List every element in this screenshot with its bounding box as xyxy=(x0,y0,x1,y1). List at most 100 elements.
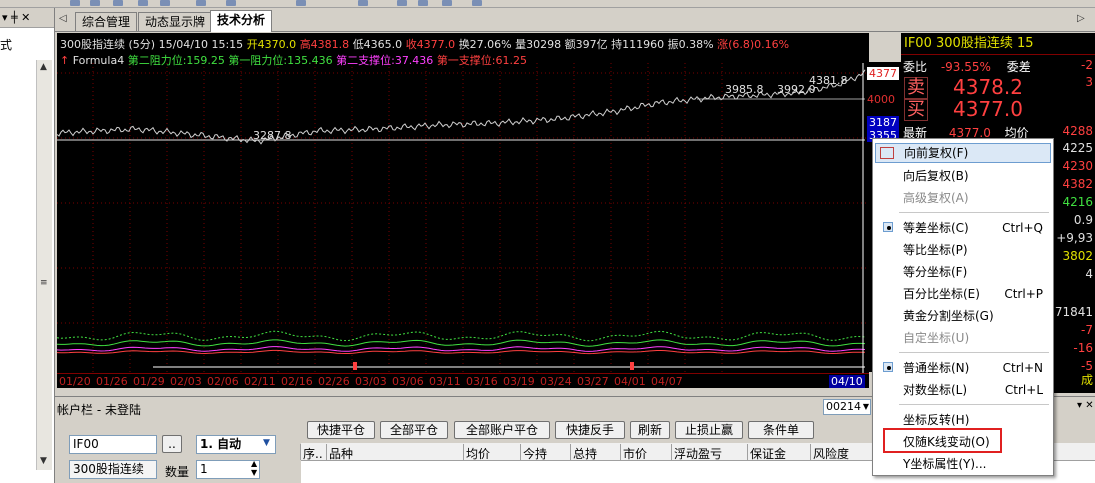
formula-s2: 第二支撑位:37.436 xyxy=(336,54,434,67)
weicha-value: -2 xyxy=(1081,58,1093,72)
price-annotation: 3985.8 xyxy=(725,83,764,96)
scroll-down-icon[interactable]: ▼ xyxy=(40,456,47,466)
quote-period: 15 xyxy=(1016,36,1034,51)
code-input[interactable]: IF00 xyxy=(69,435,157,454)
chart-canvas[interactable]: 3287.83985.8 3992.04381.8 xyxy=(57,33,869,373)
menu-item[interactable]: 等差坐标(C) Ctrl+Q xyxy=(875,218,1051,238)
info-open: 开4370.0 xyxy=(246,38,297,51)
tab-prev-icon[interactable]: ◁ xyxy=(59,13,67,24)
toolbar-icon[interactable] xyxy=(358,0,368,6)
menu-shortcut: Ctrl+P xyxy=(1004,287,1043,301)
axis-context-menu: 向前复权(F) 向后复权(B) 高级复权(A) 等差坐标(C) Ctrl+Q 等比坐标(P… xyxy=(872,138,1054,476)
quote-value: 4230 xyxy=(1062,159,1093,173)
menu-item[interactable]: 向前复权(F) xyxy=(875,143,1051,163)
account-action-button[interactable]: 刷新 xyxy=(630,421,670,439)
toolbar-icon[interactable] xyxy=(90,0,100,6)
account-selector[interactable]: 00214 xyxy=(823,399,871,415)
toolbar-icon[interactable] xyxy=(442,0,452,6)
toolbar-icon[interactable] xyxy=(418,0,428,6)
qty-stepper-icon[interactable]: ▲ ▼ xyxy=(251,459,257,477)
menu-item-label: Y坐标属性(Y)... xyxy=(903,457,987,471)
scroll-marker xyxy=(353,362,357,370)
account-action-button[interactable]: 止损止赢 xyxy=(675,421,743,439)
menu-item-label: 百分比坐标(E) xyxy=(903,287,980,301)
menu-item-label: 等比坐标(P) xyxy=(903,243,968,257)
account-action-button[interactable]: 快捷反手 xyxy=(555,421,625,439)
mode-dropdown-icon[interactable]: ▼ xyxy=(263,438,270,448)
grid-column-header[interactable]: 品种 xyxy=(329,445,353,462)
toolbar-icon[interactable] xyxy=(70,0,80,6)
date-label: 04/01 xyxy=(614,375,646,388)
left-panel: ▾ ╪ ✕ 式 ▲ ≡ ▼ xyxy=(0,8,55,483)
info-low: 低4365.0 xyxy=(352,38,403,51)
formula-s1: 第一支撑位:61.25 xyxy=(436,54,528,67)
left-panel-header[interactable]: ▾ ╪ ✕ xyxy=(0,8,54,28)
quote-footer-label[interactable]: 成 xyxy=(1081,371,1093,388)
weibi-value: -93.55% xyxy=(940,60,991,74)
menu-item[interactable]: Y坐标属性(Y)... xyxy=(875,454,1051,474)
menu-item[interactable]: 对数坐标(L) Ctrl+L xyxy=(875,380,1051,400)
grid-column-header[interactable]: 市价 xyxy=(623,445,647,462)
account-pin-icons[interactable]: ▾ ✕ xyxy=(1077,400,1094,411)
code-lookup-button[interactable]: .. xyxy=(162,435,182,453)
tab-dynamic-board[interactable]: 动态显示牌 xyxy=(138,12,213,31)
left-panel-scrollbar[interactable]: ▲ ≡ ▼ xyxy=(36,60,52,470)
toolbar-icon[interactable] xyxy=(226,0,236,6)
name-display: 300股指连续 xyxy=(69,460,157,479)
formula-line: ↑ Formula4 第二阻力位:159.25 第一阻力位:135.436 第二… xyxy=(60,52,527,68)
toolbar-icon[interactable] xyxy=(113,0,123,6)
grid-column-header[interactable]: 浮动盈亏 xyxy=(674,445,722,462)
grid-column-header[interactable]: 风险度 xyxy=(813,445,849,462)
grid-column-header[interactable]: 序.. xyxy=(303,445,323,462)
date-label: 02/06 xyxy=(207,375,239,388)
menu-item-label: 向后复权(B) xyxy=(903,169,969,183)
date-label: 03/03 xyxy=(355,375,387,388)
account-action-button[interactable]: 全部账户平仓 xyxy=(454,421,550,439)
price-annotation: 4381.8 xyxy=(809,74,848,87)
menu-item[interactable]: 等比坐标(P) xyxy=(875,240,1051,260)
menu-item[interactable]: 百分比坐标(E) Ctrl+P xyxy=(875,284,1051,304)
menu-item[interactable]: 普通坐标(N) Ctrl+N xyxy=(875,358,1051,378)
grid-column-header[interactable]: 今持 xyxy=(523,445,547,462)
grid-column-header[interactable]: 总持 xyxy=(573,445,597,462)
menu-item: 高级复权(A) xyxy=(875,188,1051,208)
toolbar-strip xyxy=(0,0,1095,8)
info-volume: 量30298 xyxy=(515,38,562,51)
menu-item[interactable]: 向后复权(B) xyxy=(875,166,1051,186)
toolbar-icon[interactable] xyxy=(160,0,170,6)
toolbar-icon[interactable] xyxy=(196,0,206,6)
toolbar-icon[interactable] xyxy=(296,0,306,6)
sell-price[interactable]: 4378.2 xyxy=(953,75,1023,99)
formula-arrow-icon[interactable]: ↑ xyxy=(60,54,69,67)
account-action-button[interactable]: 快捷平仓 xyxy=(307,421,375,439)
account-action-button[interactable]: 条件单 xyxy=(748,421,814,439)
scroll-up-icon[interactable]: ▲ xyxy=(40,62,47,72)
toolbar-icon[interactable] xyxy=(138,0,148,6)
date-label: 03/16 xyxy=(466,375,498,388)
date-label: 01/26 xyxy=(96,375,128,388)
quote-name: 300股指连续 xyxy=(936,36,1013,51)
grid-column-header[interactable]: 均价 xyxy=(466,445,490,462)
date-label: 02/11 xyxy=(244,375,276,388)
account-action-button[interactable]: 全部平仓 xyxy=(380,421,448,439)
toolbar-icon[interactable] xyxy=(472,0,482,6)
tab-general[interactable]: 综合管理 xyxy=(75,12,138,31)
scroll-marker xyxy=(630,362,634,370)
buy-price[interactable]: 4377.0 xyxy=(953,97,1023,121)
menu-item[interactable]: 坐标反转(H) xyxy=(875,410,1051,430)
menu-separator xyxy=(899,212,1049,213)
kline-chart[interactable]: 3287.8 3985.8 3992.0 4381.8 300股指连续 (5分) 15… xyxy=(57,33,869,388)
grid-column-header[interactable]: 保证金 xyxy=(750,445,786,462)
scroll-mid-icon[interactable]: ≡ xyxy=(40,278,48,288)
tab-next-icon[interactable]: ▷ xyxy=(1077,13,1085,24)
menu-item[interactable]: 黄金分割坐标(G) xyxy=(875,306,1051,326)
tab-technical-analysis[interactable]: 技术分析 xyxy=(210,10,273,32)
price-label-4000: 4000 xyxy=(867,93,895,106)
avg-value: 4288 xyxy=(1062,124,1093,138)
date-label: 03/27 xyxy=(577,375,609,388)
toolbar-icon[interactable] xyxy=(397,0,407,6)
date-label: 04/07 xyxy=(651,375,683,388)
quote-value: -16 xyxy=(1073,341,1093,355)
menu-separator xyxy=(899,352,1049,353)
menu-item[interactable]: 等分坐标(F) xyxy=(875,262,1051,282)
